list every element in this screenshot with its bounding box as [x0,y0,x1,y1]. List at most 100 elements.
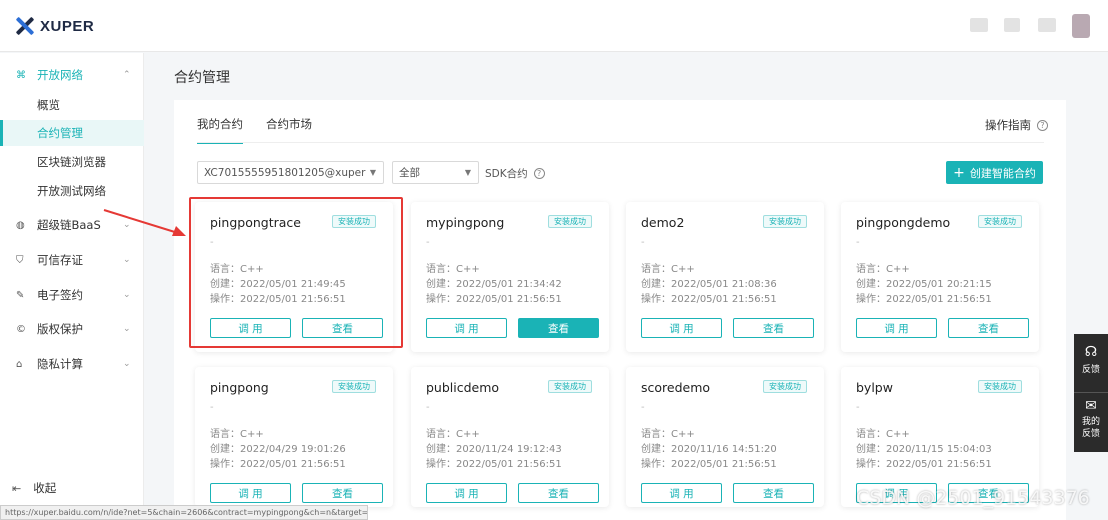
call-button[interactable]: 调 用 [426,483,507,503]
call-button[interactable]: 调 用 [856,318,937,338]
contract-name: scoredemo [641,380,711,395]
sidebar-group-privacy[interactable]: ⌂ 隐私计算 ⌄ [0,352,144,376]
help-icon: ? [533,168,545,179]
call-button[interactable]: 调 用 [210,483,291,503]
chevron-down-icon: ⌄ [123,255,131,265]
status-badge: 安装成功 [548,215,592,228]
page-title: 合约管理 [174,70,230,86]
contract-operated: 操作：2022/05/01 21:56:51 [856,459,992,470]
contract-operated: 操作：2022/05/01 21:56:51 [856,294,992,305]
call-button[interactable]: 调 用 [641,318,722,338]
sidebar-group-evidence[interactable]: ⛉ 可信存证 ⌄ [0,248,144,272]
contract-description: - [210,402,214,413]
view-button[interactable]: 查看 [518,318,599,338]
contract-language: 语言：C++ [426,264,480,275]
copyright-icon: © [16,323,26,335]
user-avatar[interactable] [1072,14,1090,38]
sidebar-group-label: 版权保护 [37,322,83,336]
chevron-down-icon: ▼ [369,168,376,177]
float-divider [1074,392,1108,393]
sdk-contract-filter[interactable]: SDK合约 ? [485,166,545,181]
sidebar-group-label: 开放网络 [37,68,83,82]
sidebar-collapse-button[interactable]: ⇤ 收起 [12,480,56,496]
sidebar-group-label: 电子签约 [37,288,83,302]
chevron-up-icon: ⌃ [123,70,131,80]
contract-card: pingpongdemo 安装成功 - 语言：C++ 创建：2022/05/01… [841,202,1039,352]
view-button[interactable]: 查看 [302,483,383,503]
chevron-down-icon: ▼ [464,168,471,177]
my-feedback-button[interactable]: ✉ 我的反馈 [1074,398,1108,440]
create-contract-button[interactable]: + 创建智能合约 [946,161,1043,184]
my-feedback-label: 我的反馈 [1081,417,1100,439]
sidebar-group-label: 隐私计算 [37,357,83,371]
header-icon[interactable] [1004,18,1020,32]
contract-operated: 操作：2022/05/01 21:56:51 [426,459,562,470]
status-badge: 安装成功 [978,215,1022,228]
contract-description: - [426,402,430,413]
tab-my-contracts[interactable]: 我的合约 [197,116,243,144]
sidebar-item-blockchain-explorer[interactable]: 区块链浏览器 [0,149,144,175]
contract-name: publicdemo [426,380,500,395]
header-icon[interactable] [1038,18,1056,32]
sidebar-group-copyright[interactable]: © 版权保护 ⌄ [0,317,144,341]
feedback-float-bar: ☊ 反馈 ✉ 我的反馈 [1074,334,1108,452]
contract-created: 创建：2022/05/01 21:08:36 [641,279,777,290]
view-button[interactable]: 查看 [733,318,814,338]
contract-card: bylpw 安装成功 - 语言：C++ 创建：2020/11/15 15:04:… [841,367,1039,507]
guide-label: 操作指南 [985,118,1031,132]
call-button[interactable]: 调 用 [641,483,722,503]
status-select-value: 全部 [399,167,420,179]
sidebar-group-esign[interactable]: ✎ 电子签约 ⌄ [0,283,144,307]
sidebar-item-open-testnet[interactable]: 开放测试网络 [0,178,144,204]
contract-operated: 操作：2022/05/01 21:56:51 [641,294,777,305]
contract-name: mypingpong [426,215,505,230]
collapse-icon: ⇤ [12,481,22,495]
help-icon: ? [1037,119,1048,131]
shield-icon: ⛉ [16,254,24,266]
view-button[interactable]: 查看 [518,483,599,503]
sign-icon: ✎ [16,289,25,301]
highlight-box [189,197,403,348]
tab-bar: 我的合约 合约市场 [197,116,335,144]
status-select[interactable]: 全部 ▼ [392,161,479,184]
sidebar-group-open-network[interactable]: ⌘ 开放网络 ⌃ [0,63,144,87]
header-icon[interactable] [970,18,988,32]
top-bar: XUPER [0,0,1108,52]
sidebar-item-overview[interactable]: 概览 [0,92,144,118]
status-url-bar: https://xuper.baidu.com/n/ide?net=5&chai… [0,505,368,520]
sdk-label: SDK合约 [485,168,528,180]
contract-description: - [641,402,645,413]
chevron-down-icon: ⌄ [123,359,131,369]
create-button-label: 创建智能合约 [969,166,1036,180]
view-button[interactable]: 查看 [733,483,814,503]
contract-created: 创建：2020/11/24 19:12:43 [426,444,562,455]
view-button[interactable]: 查看 [948,318,1029,338]
contract-created: 创建：2022/05/01 20:21:15 [856,279,992,290]
brand-name: XUPER [40,17,95,35]
call-button[interactable]: 调 用 [426,318,507,338]
status-badge: 安装成功 [978,380,1022,393]
tab-divider [197,142,1044,143]
xuper-logo[interactable]: XUPER [14,16,94,36]
tab-contract-market[interactable]: 合约市场 [266,116,312,144]
mail-icon: ✉ [1085,398,1097,414]
sidebar-item-contract-management[interactable]: 合约管理 [0,120,144,146]
contract-description: - [641,237,645,248]
status-badge: 安装成功 [548,380,592,393]
account-select[interactable]: XC7015555951801205@xuper ▼ [197,161,384,184]
sidebar-group-label: 超级链BaaS [37,218,101,232]
chevron-down-icon: ⌄ [123,290,131,300]
feedback-button[interactable]: ☊ 反馈 [1074,344,1108,375]
status-badge: 安装成功 [763,215,807,228]
contract-name: pingpongdemo [856,215,951,230]
contract-language: 语言：C++ [856,429,910,440]
sidebar-group-label: 可信存证 [37,253,83,267]
contract-card: publicdemo 安装成功 - 语言：C++ 创建：2020/11/24 1… [411,367,609,507]
plus-icon: + [953,164,965,181]
contract-description: - [856,237,860,248]
contract-name: demo2 [641,215,685,230]
operation-guide-link[interactable]: 操作指南 ? [985,117,1048,133]
account-select-value: XC7015555951801205@xuper [204,166,366,179]
xuper-logo-icon [14,16,34,36]
feedback-label: 反馈 [1081,365,1100,375]
